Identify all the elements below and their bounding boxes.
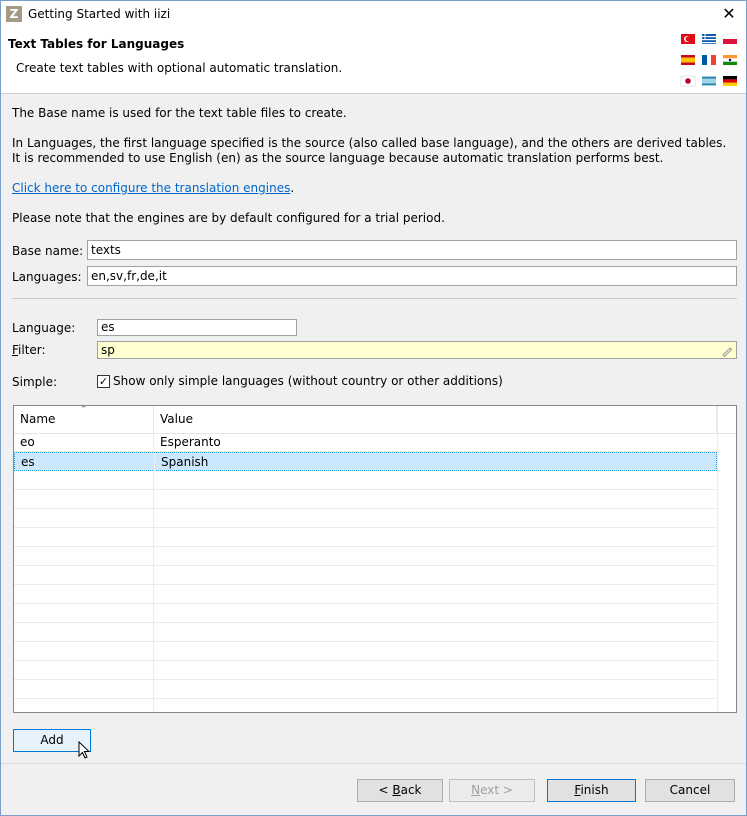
empty-table-row <box>14 642 717 661</box>
wizard-header: Text Tables for Languages Create text ta… <box>1 27 746 94</box>
empty-cell <box>14 623 154 641</box>
back-rest: ack <box>400 783 422 797</box>
empty-cell <box>14 528 154 546</box>
empty-cell <box>14 490 154 508</box>
india-flag-icon <box>723 55 737 59</box>
table-row[interactable]: eo Esperanto <box>14 433 717 452</box>
empty-cell <box>14 642 154 660</box>
flags-banner-icon <box>679 31 739 91</box>
empty-cell <box>14 509 154 527</box>
title-bar: Z Getting Started with iizi ✕ <box>1 1 746 27</box>
empty-cell <box>14 604 154 622</box>
finish-rest: inish <box>580 783 609 797</box>
close-button[interactable]: ✕ <box>713 1 745 27</box>
trial-note: Please note that the engines are by defa… <box>12 211 445 225</box>
column-name-label: Name <box>20 412 56 426</box>
section-divider <box>12 298 737 299</box>
column-value-label: Value <box>160 412 193 426</box>
column-header-name[interactable]: ⌃ Name <box>14 406 154 433</box>
empty-table-row <box>14 680 717 699</box>
back-button[interactable]: < Back <box>357 779 443 802</box>
mouse-cursor-icon <box>78 741 91 759</box>
intro-text: The Base name is used for the text table… <box>12 106 347 120</box>
dialog-window: Z Getting Started with iizi ✕ Text Table… <box>0 0 747 816</box>
empty-table-row <box>14 623 717 642</box>
table-header: ⌃ Name Value <box>14 406 736 434</box>
empty-table-row <box>14 699 717 712</box>
france-flag-icon <box>702 55 707 65</box>
configure-translation-link[interactable]: Click here to configure the translation … <box>12 181 290 195</box>
empty-cell <box>14 471 154 489</box>
languages-table: ⌃ Name Value eo Esperanto es Spanish <box>13 405 737 713</box>
empty-cell <box>14 585 154 603</box>
languages-label: Languages: <box>12 270 82 284</box>
back-prefix: < <box>378 783 393 797</box>
empty-table-row <box>14 509 717 528</box>
clear-filter-icon[interactable] <box>721 345 733 358</box>
empty-table-row <box>14 566 717 585</box>
next-mnemonic: N <box>471 783 481 797</box>
empty-cell <box>14 661 154 679</box>
filter-label: Filter: <box>12 343 46 357</box>
empty-cell <box>14 547 154 565</box>
finish-button[interactable]: Finish <box>547 779 636 802</box>
next-rest: ext > <box>480 783 513 797</box>
empty-cell <box>14 566 154 584</box>
empty-table-row <box>14 585 717 604</box>
row-value-cell: Spanish <box>161 455 209 469</box>
row-name-cell: es <box>15 453 155 471</box>
table-right-divider <box>717 406 718 712</box>
row-value-cell: Esperanto <box>160 435 221 449</box>
language-input[interactable]: es <box>97 319 297 336</box>
footer-divider <box>1 763 746 764</box>
poland-flag-icon <box>722 33 738 40</box>
base-name-label: Base name: <box>12 244 84 258</box>
empty-table-row <box>14 528 717 547</box>
simple-checkbox-label[interactable]: Show only simple languages (without coun… <box>113 374 503 388</box>
window-title: Getting Started with iizi <box>28 7 171 21</box>
page-description: Create text tables with optional automat… <box>16 61 343 75</box>
filter-value: sp <box>101 343 115 357</box>
table-row-selected[interactable]: es Spanish <box>14 452 717 471</box>
empty-table-row <box>14 490 717 509</box>
next-button[interactable]: Next > <box>449 779 535 802</box>
filter-input[interactable]: sp <box>97 341 737 359</box>
simple-checkbox[interactable]: ✓ <box>97 375 110 388</box>
row-name-cell: eo <box>14 433 154 451</box>
filter-label-rest: ilter: <box>18 343 46 357</box>
empty-table-row <box>14 604 717 623</box>
languages-input[interactable]: en,sv,fr,de,it <box>87 266 737 286</box>
sort-ascending-icon: ⌃ <box>80 405 88 415</box>
column-header-value[interactable]: Value <box>154 406 717 433</box>
cancel-button[interactable]: Cancel <box>645 779 735 802</box>
back-mnemonic: B <box>392 783 401 797</box>
empty-cell <box>14 680 154 698</box>
empty-table-row <box>14 547 717 566</box>
app-icon: Z <box>6 6 22 22</box>
empty-table-row <box>14 661 717 680</box>
link-suffix: . <box>290 181 295 195</box>
germany-flag-icon <box>723 76 737 80</box>
base-name-input[interactable]: texts <box>87 240 737 260</box>
empty-table-row <box>14 471 717 490</box>
simple-label: Simple: <box>12 375 58 389</box>
language-label: Language: <box>12 321 76 335</box>
flags-icon <box>680 33 738 87</box>
languages-explanation: In Languages, the first language specifi… <box>12 136 727 165</box>
empty-cell <box>14 699 154 712</box>
page-title: Text Tables for Languages <box>8 37 185 51</box>
configure-link-line: Click here to configure the translation … <box>12 181 732 196</box>
